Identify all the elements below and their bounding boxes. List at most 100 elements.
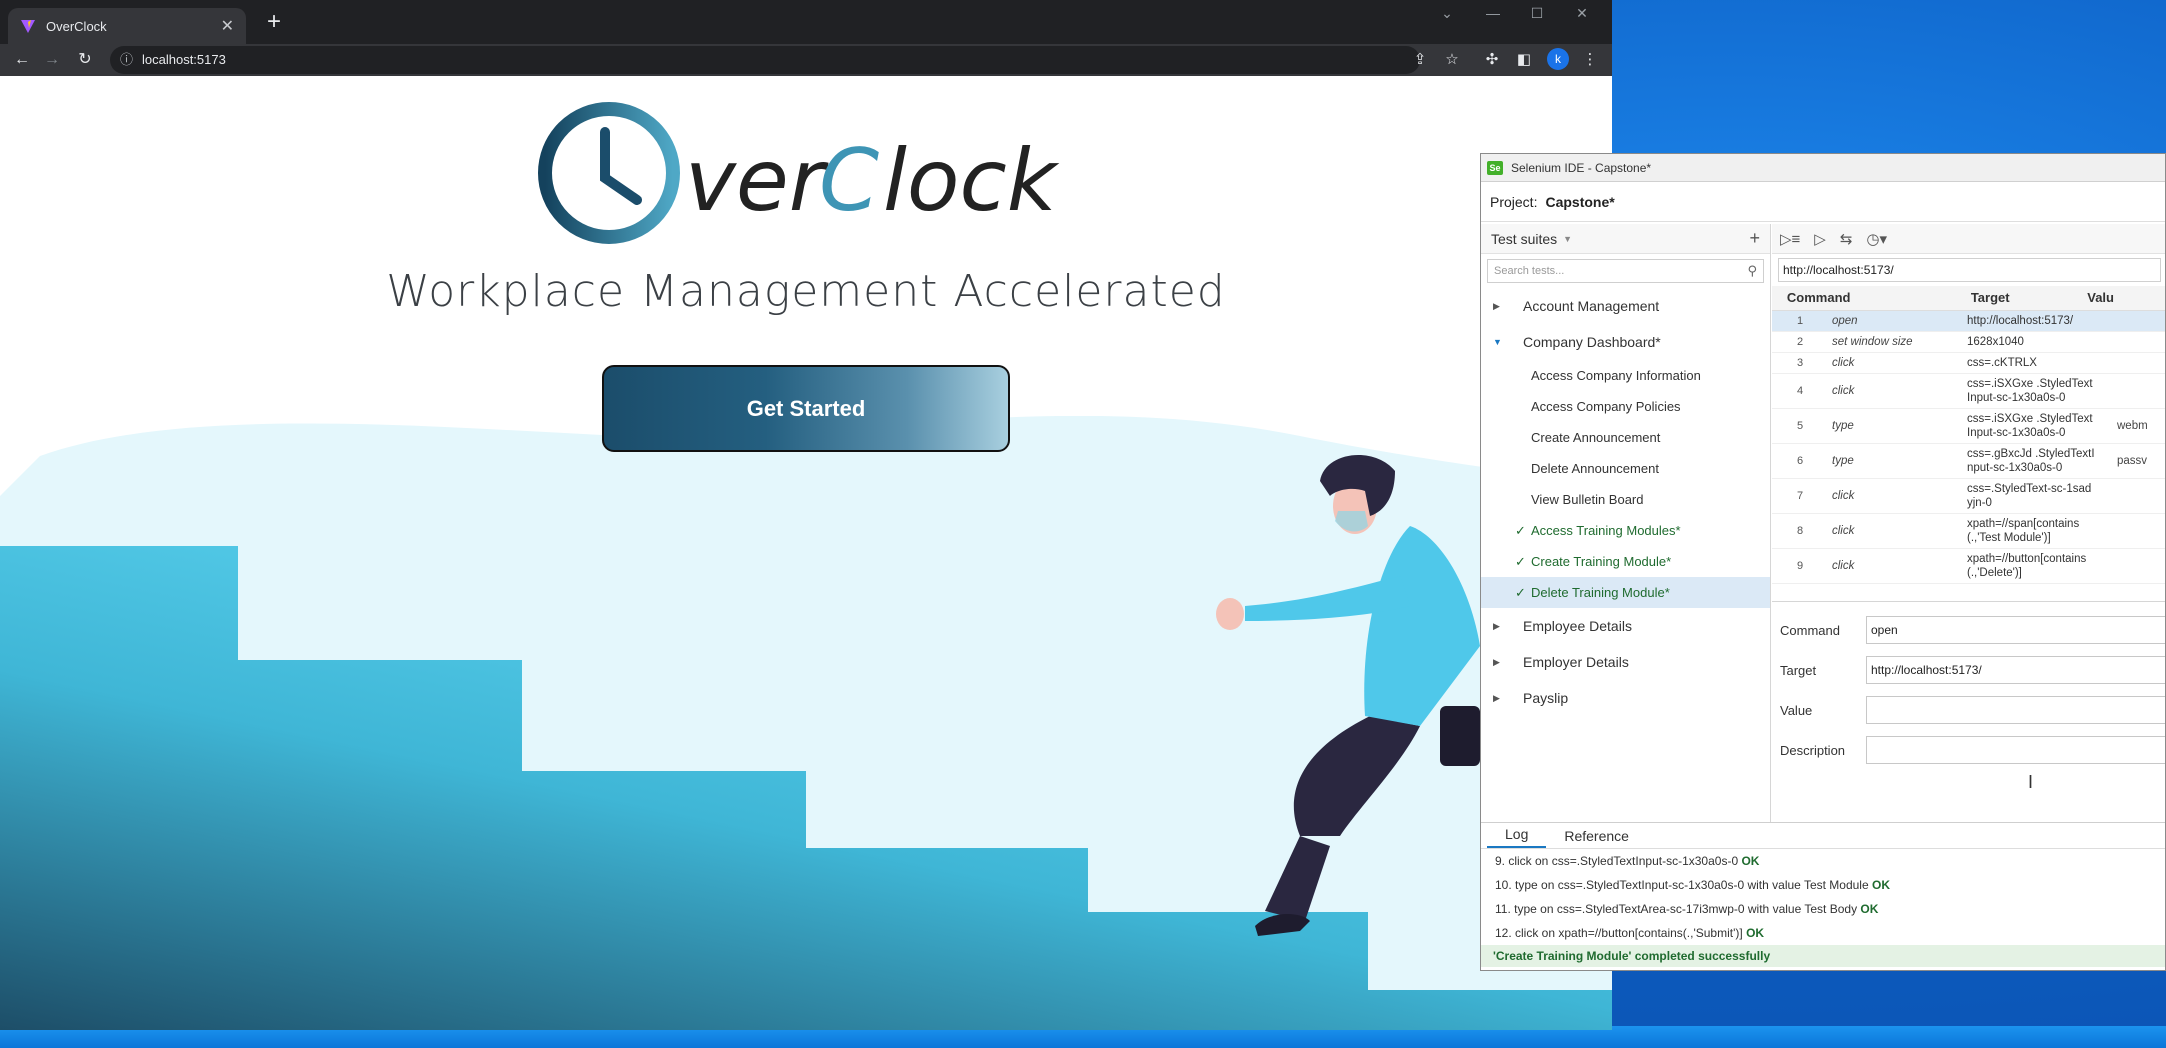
tab-log[interactable]: Log <box>1487 826 1547 848</box>
test-item[interactable]: ✓ Access Training Modules* <box>1481 515 1770 546</box>
command-rows-scroll[interactable]: 1 open http://localhost:5173/2 set window s… <box>1772 310 2165 619</box>
log-line: 12. click on xpath=//button[contains(.,'… <box>1481 921 2165 945</box>
col-index <box>1772 286 1783 311</box>
target-field[interactable]: http://localhost:5173/ <box>1866 656 2165 684</box>
run-all-tests-icon[interactable]: ▷≡ <box>1780 230 1800 248</box>
suite-item[interactable]: ▼ Company Dashboard* <box>1481 324 1770 360</box>
command-index: 3 <box>1772 352 1828 374</box>
command-table-row[interactable]: 8 click xpath=//span[contains (.,'Test Mod… <box>1772 513 2165 549</box>
suite-list: ▶ Account Management ▼ Company Dashboard* Ac… <box>1481 288 1770 716</box>
passed-check-icon: ✓ <box>1515 553 1526 569</box>
command-table-row[interactable]: 3 click css=.cKTRLX <box>1772 352 2165 374</box>
command-target: css=.cKTRLX <box>1963 352 2113 374</box>
maximize-icon[interactable]: ☐ <box>1520 0 1554 26</box>
command-value <box>2113 513 2165 549</box>
collapsed-triangle-icon[interactable]: ▶ <box>1493 693 1505 704</box>
expanded-triangle-icon[interactable]: ▼ <box>1493 337 1505 347</box>
browser-tab[interactable]: OverClock ✕ <box>8 8 246 44</box>
speed-timer-icon[interactable]: ◷▾ <box>1866 230 1887 248</box>
selenium-ide-window: Se Selenium IDE - Capstone* Project: Cap… <box>1480 153 2166 971</box>
command-table-row[interactable]: 4 click css=.iSXGxe .StyledText Input-sc-1… <box>1772 373 2165 409</box>
test-suites-dropdown[interactable]: Test suites ▼ + <box>1481 224 1770 254</box>
col-target: Target <box>1966 286 2084 311</box>
command-index: 9 <box>1772 548 1828 584</box>
bookmark-star-icon[interactable]: ☆ <box>1440 48 1464 72</box>
add-suite-icon[interactable]: + <box>1749 228 1760 249</box>
side-panel-icon[interactable]: ◧ <box>1512 48 1536 72</box>
log-tabs: Log Reference <box>1481 823 2165 849</box>
test-name: View Bulletin Board <box>1531 492 1644 507</box>
test-item[interactable]: Create Announcement <box>1481 422 1770 453</box>
overclock-logo: ver C lock <box>538 102 1060 244</box>
test-item[interactable]: Access Company Policies <box>1481 391 1770 422</box>
command-table-row[interactable]: 6 type css=.gBxcJd .StyledTextI nput-sc-1x… <box>1772 443 2165 479</box>
test-item[interactable]: View Bulletin Board <box>1481 484 1770 515</box>
description-row: Description <box>1772 730 2165 770</box>
tab-reference[interactable]: Reference <box>1546 828 1647 848</box>
value-field[interactable] <box>1866 696 2165 724</box>
collapsed-triangle-icon[interactable]: ▶ <box>1493 621 1505 632</box>
tab-search-icon[interactable]: ⌄ <box>1430 0 1464 26</box>
suite-item[interactable]: ▶ Employee Details <box>1481 608 1770 644</box>
suites-header-label: Test suites <box>1491 230 1558 247</box>
suite-name: Employee Details <box>1523 618 1632 634</box>
collapsed-triangle-icon[interactable]: ▶ <box>1493 301 1505 312</box>
project-name[interactable]: Capstone* <box>1545 194 1614 210</box>
command-field[interactable]: open <box>1866 616 2165 644</box>
command-name: type <box>1828 408 1963 444</box>
close-window-icon[interactable]: ✕ <box>1565 0 1599 26</box>
command-target: 1628x1040 <box>1963 331 2113 353</box>
command-label: Command <box>1780 622 1840 638</box>
command-table-row[interactable]: 9 click xpath=//button[contains (.,'Delete… <box>1772 548 2165 584</box>
back-icon[interactable]: ← <box>10 48 34 72</box>
suite-item[interactable]: ▶ Payslip <box>1481 680 1770 716</box>
test-item[interactable]: Delete Announcement <box>1481 453 1770 484</box>
log-panel: Log Reference 9. click on css=.StyledTex… <box>1481 822 2165 970</box>
base-url-field[interactable]: http://localhost:5173/ <box>1778 258 2161 282</box>
command-table: Command Target Valu <box>1772 286 2165 311</box>
vite-favicon-icon <box>21 20 35 33</box>
project-label: Project: <box>1490 193 1538 210</box>
suite-item[interactable]: ▶ Employer Details <box>1481 644 1770 680</box>
text-cursor-icon: I <box>2028 772 2034 792</box>
test-item[interactable]: ✓ Create Training Module* <box>1481 546 1770 577</box>
minimize-icon[interactable]: — <box>1476 0 1510 26</box>
get-started-button[interactable]: Get Started <box>602 365 1010 452</box>
description-field[interactable] <box>1866 736 2165 764</box>
test-item[interactable]: ✓ Delete Training Module* <box>1481 577 1770 608</box>
address-bar[interactable]: ⓘ localhost:5173 <box>110 46 1420 74</box>
step-over-icon[interactable]: ⇆ <box>1840 230 1853 248</box>
suite-item[interactable]: ▶ Account Management <box>1481 288 1770 324</box>
command-table-row[interactable]: 2 set window size 1628x1040 <box>1772 331 2165 353</box>
command-details: Command open Target http://localhost:517… <box>1772 601 2165 822</box>
test-item[interactable]: Access Company Information <box>1481 360 1770 391</box>
log-text: 12. click on xpath=//button[contains(.,'… <box>1495 926 1743 940</box>
profile-avatar[interactable]: k <box>1547 48 1569 70</box>
command-rows: 1 open http://localhost:5173/2 set window s… <box>1772 310 2165 584</box>
value-row: Value <box>1772 690 2165 730</box>
close-tab-icon[interactable]: ✕ <box>221 16 234 36</box>
collapsed-triangle-icon[interactable]: ▶ <box>1493 657 1505 668</box>
staircase-illustration <box>0 416 1612 1030</box>
forward-icon[interactable]: → <box>40 48 64 72</box>
extensions-icon[interactable]: ✣ <box>1480 48 1504 72</box>
browser-window: OverClock ✕ + ⌄ — ☐ ✕ ← → ↻ ⓘ localhost:… <box>0 0 1612 1030</box>
chrome-menu-icon[interactable]: ⋮ <box>1578 48 1602 72</box>
command-table-row[interactable]: 5 type css=.iSXGxe .StyledText Input-sc-1x… <box>1772 408 2165 444</box>
site-info-icon[interactable]: ⓘ <box>120 46 133 74</box>
command-target: css=.gBxcJd .StyledTextI nput-sc-1x30a0s… <box>1963 443 2113 479</box>
search-tests-input[interactable]: Search tests... ⚲ <box>1487 259 1764 283</box>
run-current-test-icon[interactable]: ▷ <box>1814 230 1826 248</box>
command-value <box>2113 352 2165 374</box>
tab-title: OverClock <box>46 18 107 34</box>
new-tab-icon[interactable]: + <box>260 8 288 36</box>
command-table-row[interactable]: 7 click css=.StyledText-sc-1sad yjn-0 <box>1772 478 2165 514</box>
command-table-row[interactable]: 1 open http://localhost:5173/ <box>1772 310 2165 332</box>
share-icon[interactable]: ⇪ <box>1408 48 1432 72</box>
test-suites-panel: Test suites ▼ + Search tests... ⚲ ▶ Accou… <box>1481 224 1771 822</box>
reload-icon[interactable]: ↻ <box>73 48 97 72</box>
test-name: Create Announcement <box>1531 430 1661 445</box>
command-name: click <box>1828 478 1963 514</box>
log-completion-message: 'Create Training Module' completed succe… <box>1481 945 2165 967</box>
suite-name: Employer Details <box>1523 654 1629 670</box>
